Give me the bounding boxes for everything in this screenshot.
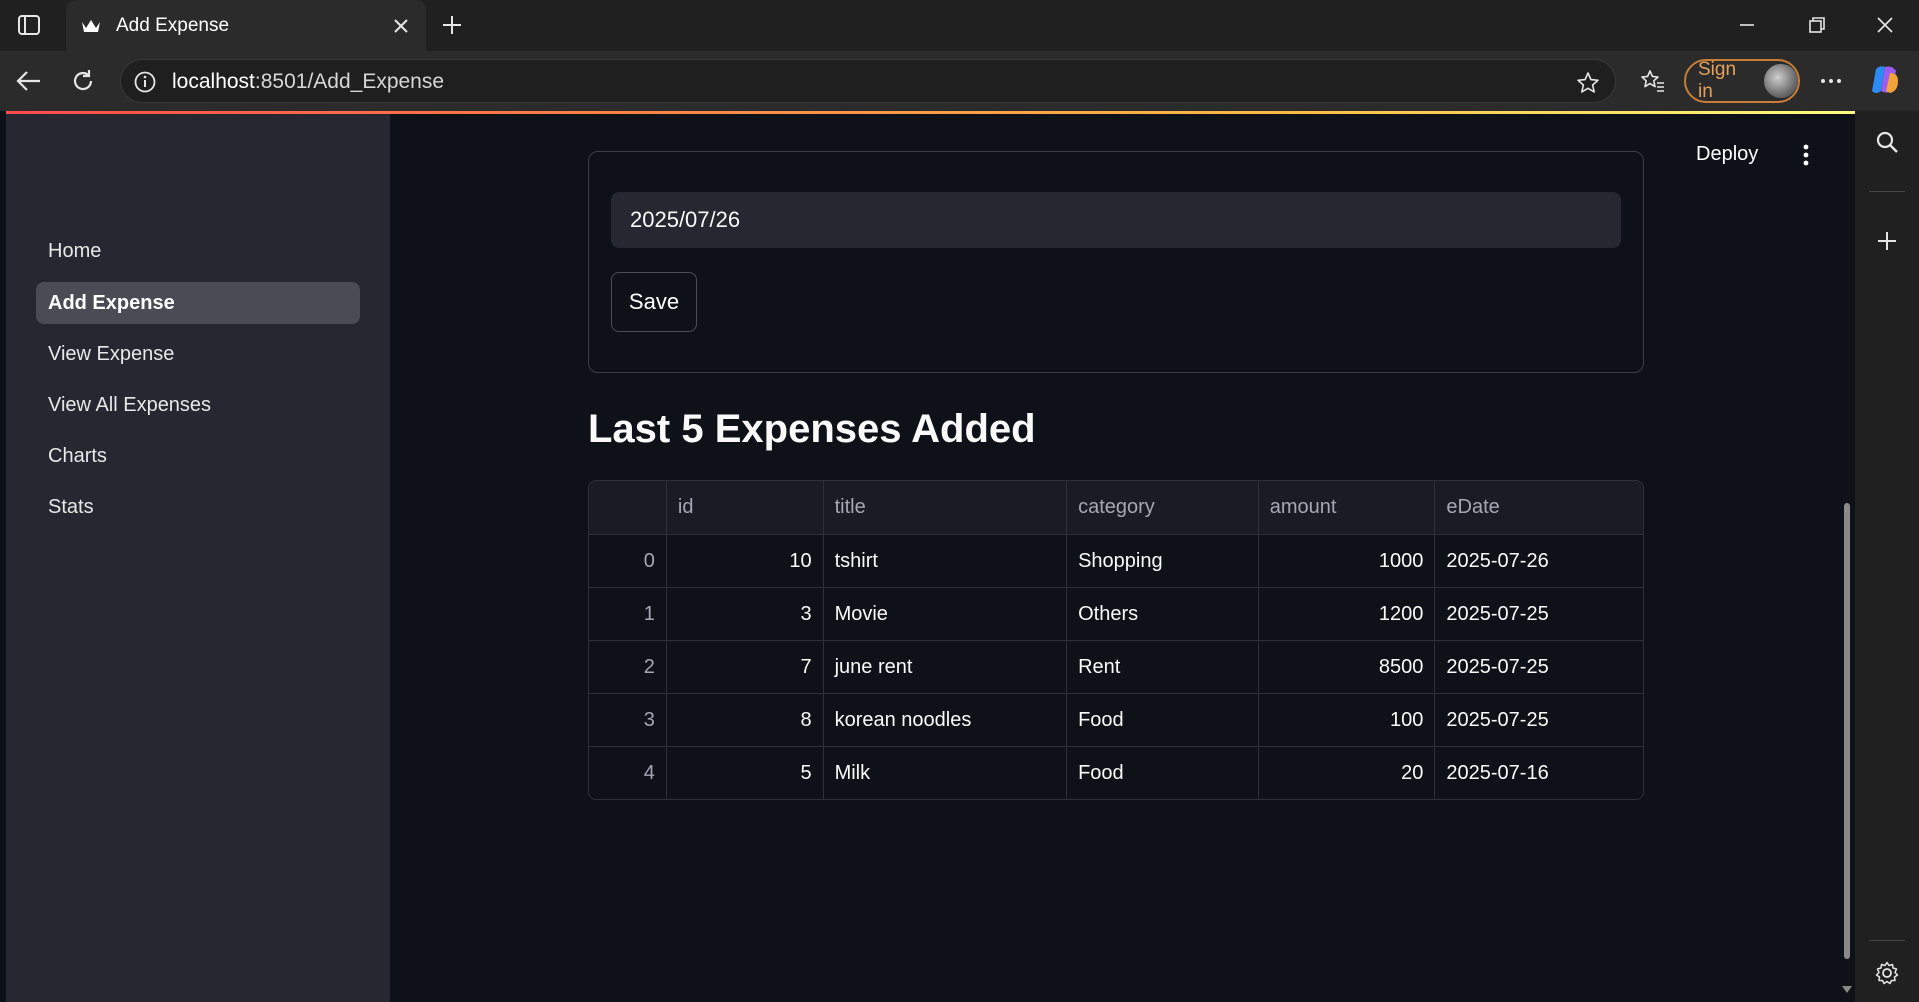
sign-in-label: Sign in	[1698, 59, 1737, 102]
cell-amount[interactable]: 20	[1257, 747, 1435, 799]
column-header-title[interactable]: title	[822, 481, 1067, 534]
column-header-index	[589, 481, 666, 534]
sidebar-item-label: Charts	[48, 444, 107, 467]
favorites-icon[interactable]	[1638, 66, 1668, 96]
sidebar: Home Add Expense View Expense View All E…	[6, 114, 390, 1002]
column-header-category[interactable]: category	[1066, 481, 1258, 534]
cell-category[interactable]: Shopping	[1066, 535, 1258, 587]
cell-title[interactable]: june rent	[822, 641, 1067, 693]
date-input-value: 2025/07/26	[630, 207, 741, 232]
table-row: 4 5 Milk Food 20 2025-07-16	[589, 746, 1643, 799]
tab-actions-icon[interactable]	[16, 13, 42, 37]
sidebar-item-charts[interactable]: Charts	[36, 435, 360, 477]
side-panel-divider	[1869, 191, 1905, 192]
cell-id[interactable]: 3	[665, 588, 823, 640]
main-menu-kebab-icon[interactable]	[1796, 141, 1816, 169]
row-index: 0	[643, 549, 655, 572]
close-tab-icon[interactable]	[390, 15, 412, 37]
cell-title[interactable]: tshirt	[822, 535, 1067, 587]
row-index: 4	[643, 761, 655, 784]
table-row: 1 3 Movie Others 1200 2025-07-25	[589, 587, 1643, 640]
browser-toolbar: localhost:8501/Add_Expense Sign in	[0, 51, 1919, 111]
cell-category[interactable]: Others	[1066, 588, 1258, 640]
cell-category[interactable]: Food	[1066, 747, 1258, 799]
back-arrow-icon[interactable]	[14, 66, 44, 96]
url-host: localhost	[172, 70, 255, 93]
cell-amount[interactable]: 1200	[1257, 588, 1435, 640]
streamlit-app: Home Add Expense View Expense View All E…	[6, 111, 1855, 1002]
table-row: 2 7 june rent Rent 8500 2025-07-25	[589, 640, 1643, 693]
cell-category[interactable]: Rent	[1066, 641, 1258, 693]
cell-category[interactable]: Food	[1066, 694, 1258, 746]
row-index: 3	[643, 708, 655, 731]
browser-side-panel	[1855, 111, 1919, 1002]
sidebar-item-view-all-expenses[interactable]: View All Expenses	[36, 384, 360, 426]
row-index: 2	[643, 655, 655, 678]
table-header-row: id title category amount eDate	[589, 481, 1643, 534]
row-index: 1	[643, 602, 655, 625]
address-bar[interactable]: localhost:8501/Add_Expense	[120, 59, 1616, 103]
new-tab-plus-icon[interactable]	[439, 12, 465, 38]
favorite-star-icon[interactable]	[1575, 70, 1601, 96]
add-plus-icon[interactable]	[1873, 227, 1901, 255]
sidebar-item-home[interactable]: Home	[36, 230, 360, 272]
save-button[interactable]: Save	[611, 272, 697, 332]
sidebar-item-add-expense[interactable]: Add Expense	[36, 282, 360, 324]
url-path: :8501/Add_Expense	[254, 70, 445, 93]
cell-amount[interactable]: 8500	[1257, 641, 1435, 693]
scroll-down-arrow-icon[interactable]	[1842, 985, 1852, 995]
date-input[interactable]: 2025/07/26	[611, 192, 1621, 248]
streamlit-crown-icon	[80, 15, 102, 37]
cell-id[interactable]: 7	[665, 641, 823, 693]
column-header-id[interactable]: id	[665, 481, 823, 534]
sidebar-item-stats[interactable]: Stats	[36, 486, 360, 528]
sidebar-item-label: Stats	[48, 495, 94, 518]
column-header-edate[interactable]: eDate	[1434, 481, 1643, 534]
browser-tab-active[interactable]: Add Expense	[66, 0, 426, 51]
section-title: Last 5 Expenses Added	[588, 407, 1036, 451]
deploy-button[interactable]: Deploy	[1696, 143, 1758, 166]
cell-edate[interactable]: 2025-07-25	[1434, 588, 1643, 640]
sidebar-item-label: View All Expenses	[48, 393, 212, 416]
url-text: localhost:8501/Add_Expense	[172, 70, 444, 94]
cell-id[interactable]: 8	[665, 694, 823, 746]
reload-icon[interactable]	[68, 66, 98, 96]
sidebar-item-label: Add Expense	[48, 291, 175, 314]
cell-edate[interactable]: 2025-07-16	[1434, 747, 1643, 799]
side-panel-divider-bottom	[1869, 940, 1905, 941]
more-options-icon[interactable]	[1816, 66, 1846, 96]
cell-id[interactable]: 10	[665, 535, 823, 587]
table-row: 0 10 tshirt Shopping 1000 2025-07-26	[589, 534, 1643, 587]
cell-id[interactable]: 5	[665, 747, 823, 799]
cell-title[interactable]: korean noodles	[822, 694, 1067, 746]
table-row: 3 8 korean noodles Food 100 2025-07-25	[589, 693, 1643, 746]
cell-title[interactable]: Movie	[822, 588, 1067, 640]
browser-titlebar: Add Expense	[0, 0, 1919, 51]
expense-form: 2025/07/26 Save	[588, 151, 1644, 373]
search-icon[interactable]	[1873, 128, 1901, 156]
cell-amount[interactable]: 100	[1257, 694, 1435, 746]
sidebar-item-label: View Expense	[48, 342, 175, 365]
main-scrollbar[interactable]	[1844, 503, 1850, 959]
tab-title: Add Expense	[116, 14, 230, 36]
cell-amount[interactable]: 1000	[1257, 535, 1435, 587]
sign-in-button[interactable]: Sign in	[1684, 59, 1800, 103]
minimize-icon[interactable]	[1734, 12, 1760, 38]
cell-edate[interactable]: 2025-07-25	[1434, 694, 1643, 746]
cell-edate[interactable]: 2025-07-26	[1434, 535, 1643, 587]
column-header-amount[interactable]: amount	[1257, 481, 1435, 534]
copilot-icon[interactable]	[1868, 63, 1902, 97]
sidebar-item-label: Home	[48, 239, 102, 262]
restore-icon[interactable]	[1804, 12, 1830, 38]
close-window-icon[interactable]	[1872, 12, 1898, 38]
expenses-table[interactable]: id title category amount eDate 0 10 tshi…	[588, 480, 1644, 800]
profile-avatar	[1764, 64, 1798, 98]
site-info-icon[interactable]	[133, 70, 157, 94]
sidebar-item-view-expense[interactable]: View Expense	[36, 333, 360, 375]
settings-gear-icon[interactable]	[1873, 959, 1901, 987]
cell-title[interactable]: Milk	[822, 747, 1067, 799]
cell-edate[interactable]: 2025-07-25	[1434, 641, 1643, 693]
